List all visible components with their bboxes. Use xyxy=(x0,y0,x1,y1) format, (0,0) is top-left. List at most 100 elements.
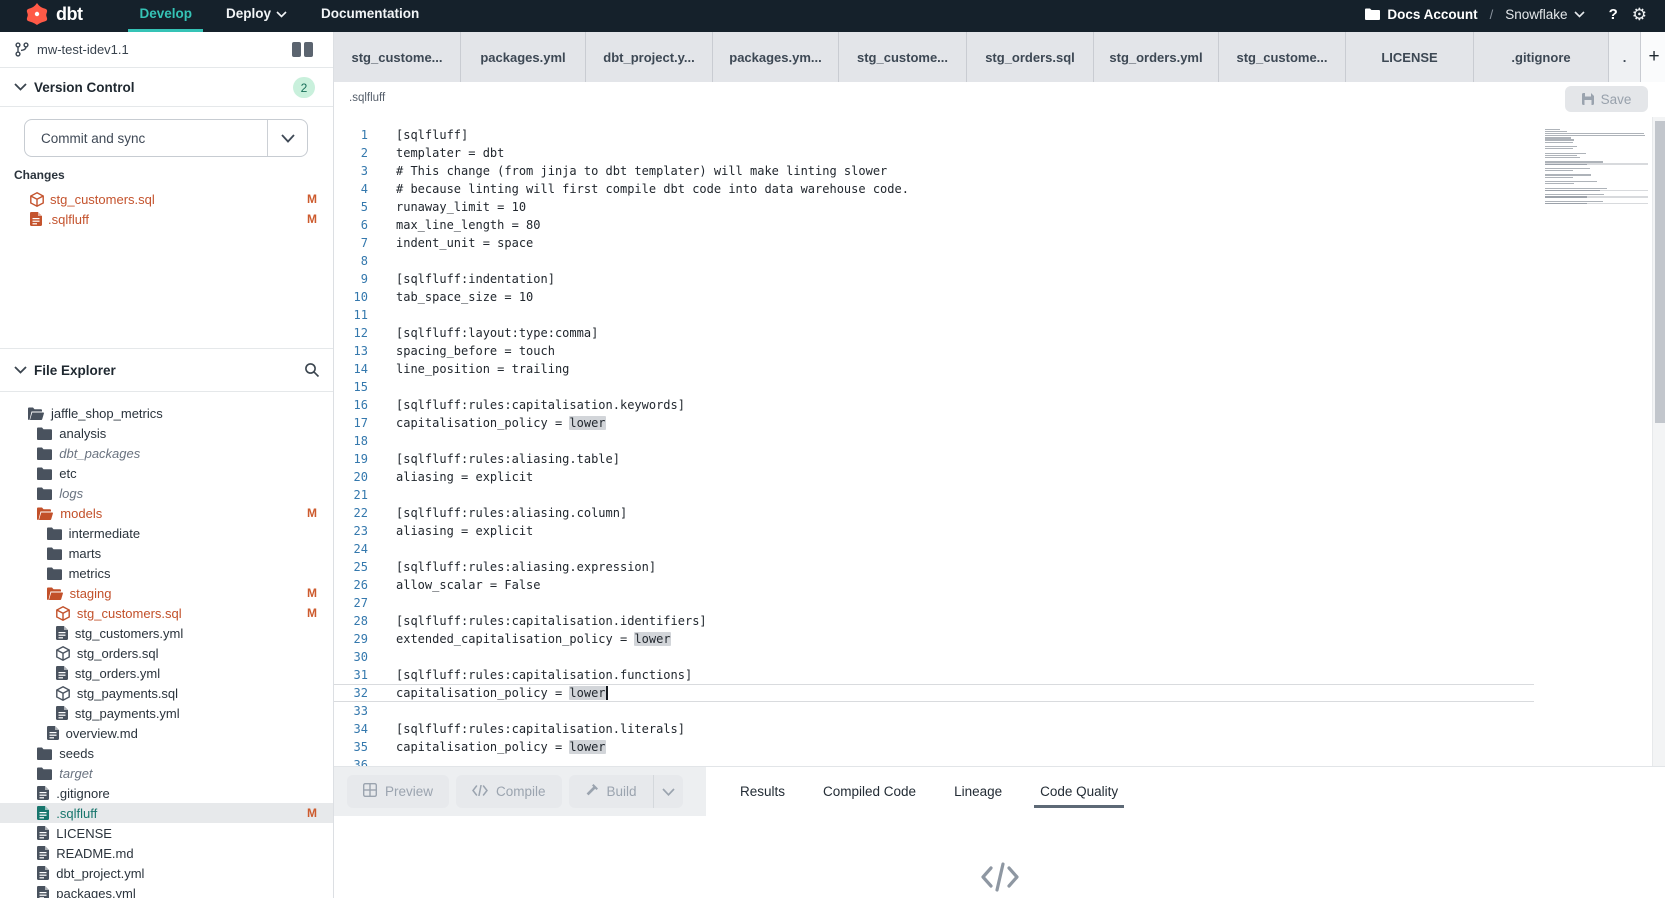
file-tree-item-overview-md[interactable]: overview.md xyxy=(0,723,333,743)
text-cursor xyxy=(606,686,608,700)
chevron-down-icon xyxy=(14,83,27,91)
file-tree-item-models[interactable]: modelsM xyxy=(0,503,333,523)
editor-tab[interactable]: stg_custome... xyxy=(839,32,967,82)
layout-columns-icon[interactable] xyxy=(292,42,313,57)
scrollbar-thumb[interactable] xyxy=(1655,121,1665,423)
connection-menu[interactable]: Snowflake xyxy=(1505,7,1584,22)
file-tree-item-stg-customers-yml[interactable]: stg_customers.yml xyxy=(0,623,333,643)
file-name: stg_customers.sql xyxy=(77,606,182,621)
code-line: 4# because linting will first compile db… xyxy=(334,180,1665,198)
file-tree-item-stg-customers-sql[interactable]: stg_customers.sqlM xyxy=(0,603,333,623)
line-number: 8 xyxy=(334,254,368,268)
compile-button[interactable]: Compile xyxy=(456,775,562,808)
file-tree-item-target[interactable]: target xyxy=(0,763,333,783)
code-text: [sqlfluff:rules:capitalisation.keywords] xyxy=(396,398,685,412)
file-tree-item-packages-yml[interactable]: packages.yml xyxy=(0,883,333,898)
editor-tab[interactable]: dbt_project.y... xyxy=(586,32,713,82)
editor-tab[interactable]: packages.yml xyxy=(461,32,586,82)
panel-tab-code-quality[interactable]: Code Quality xyxy=(1040,767,1118,816)
commit-options-caret[interactable] xyxy=(267,120,307,156)
folder-open-icon xyxy=(47,587,63,600)
file-tree-item-jaffle-shop-metrics[interactable]: jaffle_shop_metrics xyxy=(0,403,333,423)
file-tree-item-stg-payments-yml[interactable]: stg_payments.yml xyxy=(0,703,333,723)
code-line: 18 xyxy=(334,432,1665,450)
folder-icon xyxy=(47,527,62,540)
code-placeholder-icon xyxy=(979,862,1021,892)
file-explorer-header[interactable]: File Explorer xyxy=(0,348,333,392)
line-number: 29 xyxy=(334,632,368,646)
code-text: capitalisation_policy = lower xyxy=(396,686,608,701)
dbt-cloud-ide: dbt DevelopDeployDocumentation Docs Acco… xyxy=(0,0,1665,898)
preview-button[interactable]: Preview xyxy=(347,775,449,808)
build-options-caret[interactable] xyxy=(653,775,683,808)
version-control-header[interactable]: Version Control 2 xyxy=(0,68,333,107)
editor-tab[interactable]: . xyxy=(1609,32,1641,82)
file-tree-item--gitignore[interactable]: .gitignore xyxy=(0,783,333,803)
editor-tab[interactable]: stg_orders.sql xyxy=(967,32,1094,82)
dbt-logo[interactable]: dbt xyxy=(25,3,82,25)
file-tree-item--sqlfluff[interactable]: .sqlfluffM xyxy=(0,803,333,823)
file-tree-item-seeds[interactable]: seeds xyxy=(0,743,333,763)
panel-tab-results[interactable]: Results xyxy=(740,767,785,816)
file-tree-item-dbt-packages[interactable]: dbt_packages xyxy=(0,443,333,463)
help-icon[interactable]: ? xyxy=(1609,6,1618,23)
panel-tab-lineage[interactable]: Lineage xyxy=(954,767,1002,816)
account-menu[interactable]: Docs Account xyxy=(1365,7,1477,22)
panel-tab-compiled-code[interactable]: Compiled Code xyxy=(823,767,916,816)
editor-tab[interactable]: stg_custome... xyxy=(334,32,461,82)
editor-tab[interactable]: .gitignore xyxy=(1474,32,1609,82)
editor-tab-label: stg_custome... xyxy=(857,50,948,65)
build-button[interactable]: Build xyxy=(569,775,653,808)
editor-scrollbar[interactable] xyxy=(1652,117,1665,766)
file-tree-item-readme-md[interactable]: README.md xyxy=(0,843,333,863)
code-line: 36 xyxy=(334,756,1665,766)
save-label: Save xyxy=(1601,92,1632,107)
file-tree-item-stg-payments-sql[interactable]: stg_payments.sql xyxy=(0,683,333,703)
editor-tab[interactable]: stg_custome... xyxy=(1219,32,1346,82)
commit-and-sync-button[interactable]: Commit and sync xyxy=(24,119,308,157)
file-tree-item-marts[interactable]: marts xyxy=(0,543,333,563)
file-tree-item-metrics[interactable]: metrics xyxy=(0,563,333,583)
search-highlight: lower xyxy=(569,686,605,700)
gear-icon[interactable]: ⚙ xyxy=(1632,6,1647,23)
main-nav: DevelopDeployDocumentation xyxy=(122,0,436,32)
editor-header: .sqlfluff Save xyxy=(334,82,1665,117)
editor-tab-label: stg_custome... xyxy=(1236,50,1327,65)
change-item[interactable]: stg_customers.sqlM xyxy=(0,189,333,209)
editor-tab[interactable]: LICENSE xyxy=(1346,32,1474,82)
search-icon[interactable] xyxy=(304,362,320,378)
file-tree-item-logs[interactable]: logs xyxy=(0,483,333,503)
file-tree-item-etc[interactable]: etc xyxy=(0,463,333,483)
change-item[interactable]: .sqlfluffM xyxy=(0,209,333,229)
code-text: capitalisation_policy = lower xyxy=(396,416,606,430)
minimap[interactable] xyxy=(1545,128,1648,207)
new-tab-button[interactable]: + xyxy=(1641,32,1665,82)
file-tree-item-stg-orders-sql[interactable]: stg_orders.sql xyxy=(0,643,333,663)
nav-item-documentation[interactable]: Documentation xyxy=(304,0,436,32)
nav-item-develop[interactable]: Develop xyxy=(122,0,209,32)
save-button[interactable]: Save xyxy=(1565,86,1648,112)
code-text: tab_space_size = 10 xyxy=(396,290,533,304)
file-tree-item-license[interactable]: LICENSE xyxy=(0,823,333,843)
dbt-logo-text: dbt xyxy=(56,4,82,25)
code-line: 2templater = dbt xyxy=(334,144,1665,162)
search-highlight: lower xyxy=(634,632,670,646)
file-name: seeds xyxy=(59,746,94,761)
editor-tab[interactable]: stg_orders.yml xyxy=(1094,32,1219,82)
nav-item-deploy[interactable]: Deploy xyxy=(209,0,304,32)
code-text: aliasing = explicit xyxy=(396,524,533,538)
code-editor[interactable]: 1[sqlfluff]2templater = dbt3# This chang… xyxy=(334,117,1665,766)
file-icon xyxy=(56,706,68,720)
file-name: stg_payments.sql xyxy=(77,686,178,701)
file-tree-item-intermediate[interactable]: intermediate xyxy=(0,523,333,543)
code-text: [sqlfluff:indentation] xyxy=(396,272,555,286)
editor-tab-label: stg_custome... xyxy=(351,50,442,65)
code-line: 13spacing_before = touch xyxy=(334,342,1665,360)
editor-tab[interactable]: packages.ym... xyxy=(713,32,839,82)
file-tree-item-dbt-project-yml[interactable]: dbt_project.yml xyxy=(0,863,333,883)
file-tree-item-staging[interactable]: stagingM xyxy=(0,583,333,603)
file-tree-item-analysis[interactable]: analysis xyxy=(0,423,333,443)
file-name: marts xyxy=(69,546,102,561)
file-tree-item-stg-orders-yml[interactable]: stg_orders.yml xyxy=(0,663,333,683)
file-name: stg_orders.sql xyxy=(77,646,159,661)
